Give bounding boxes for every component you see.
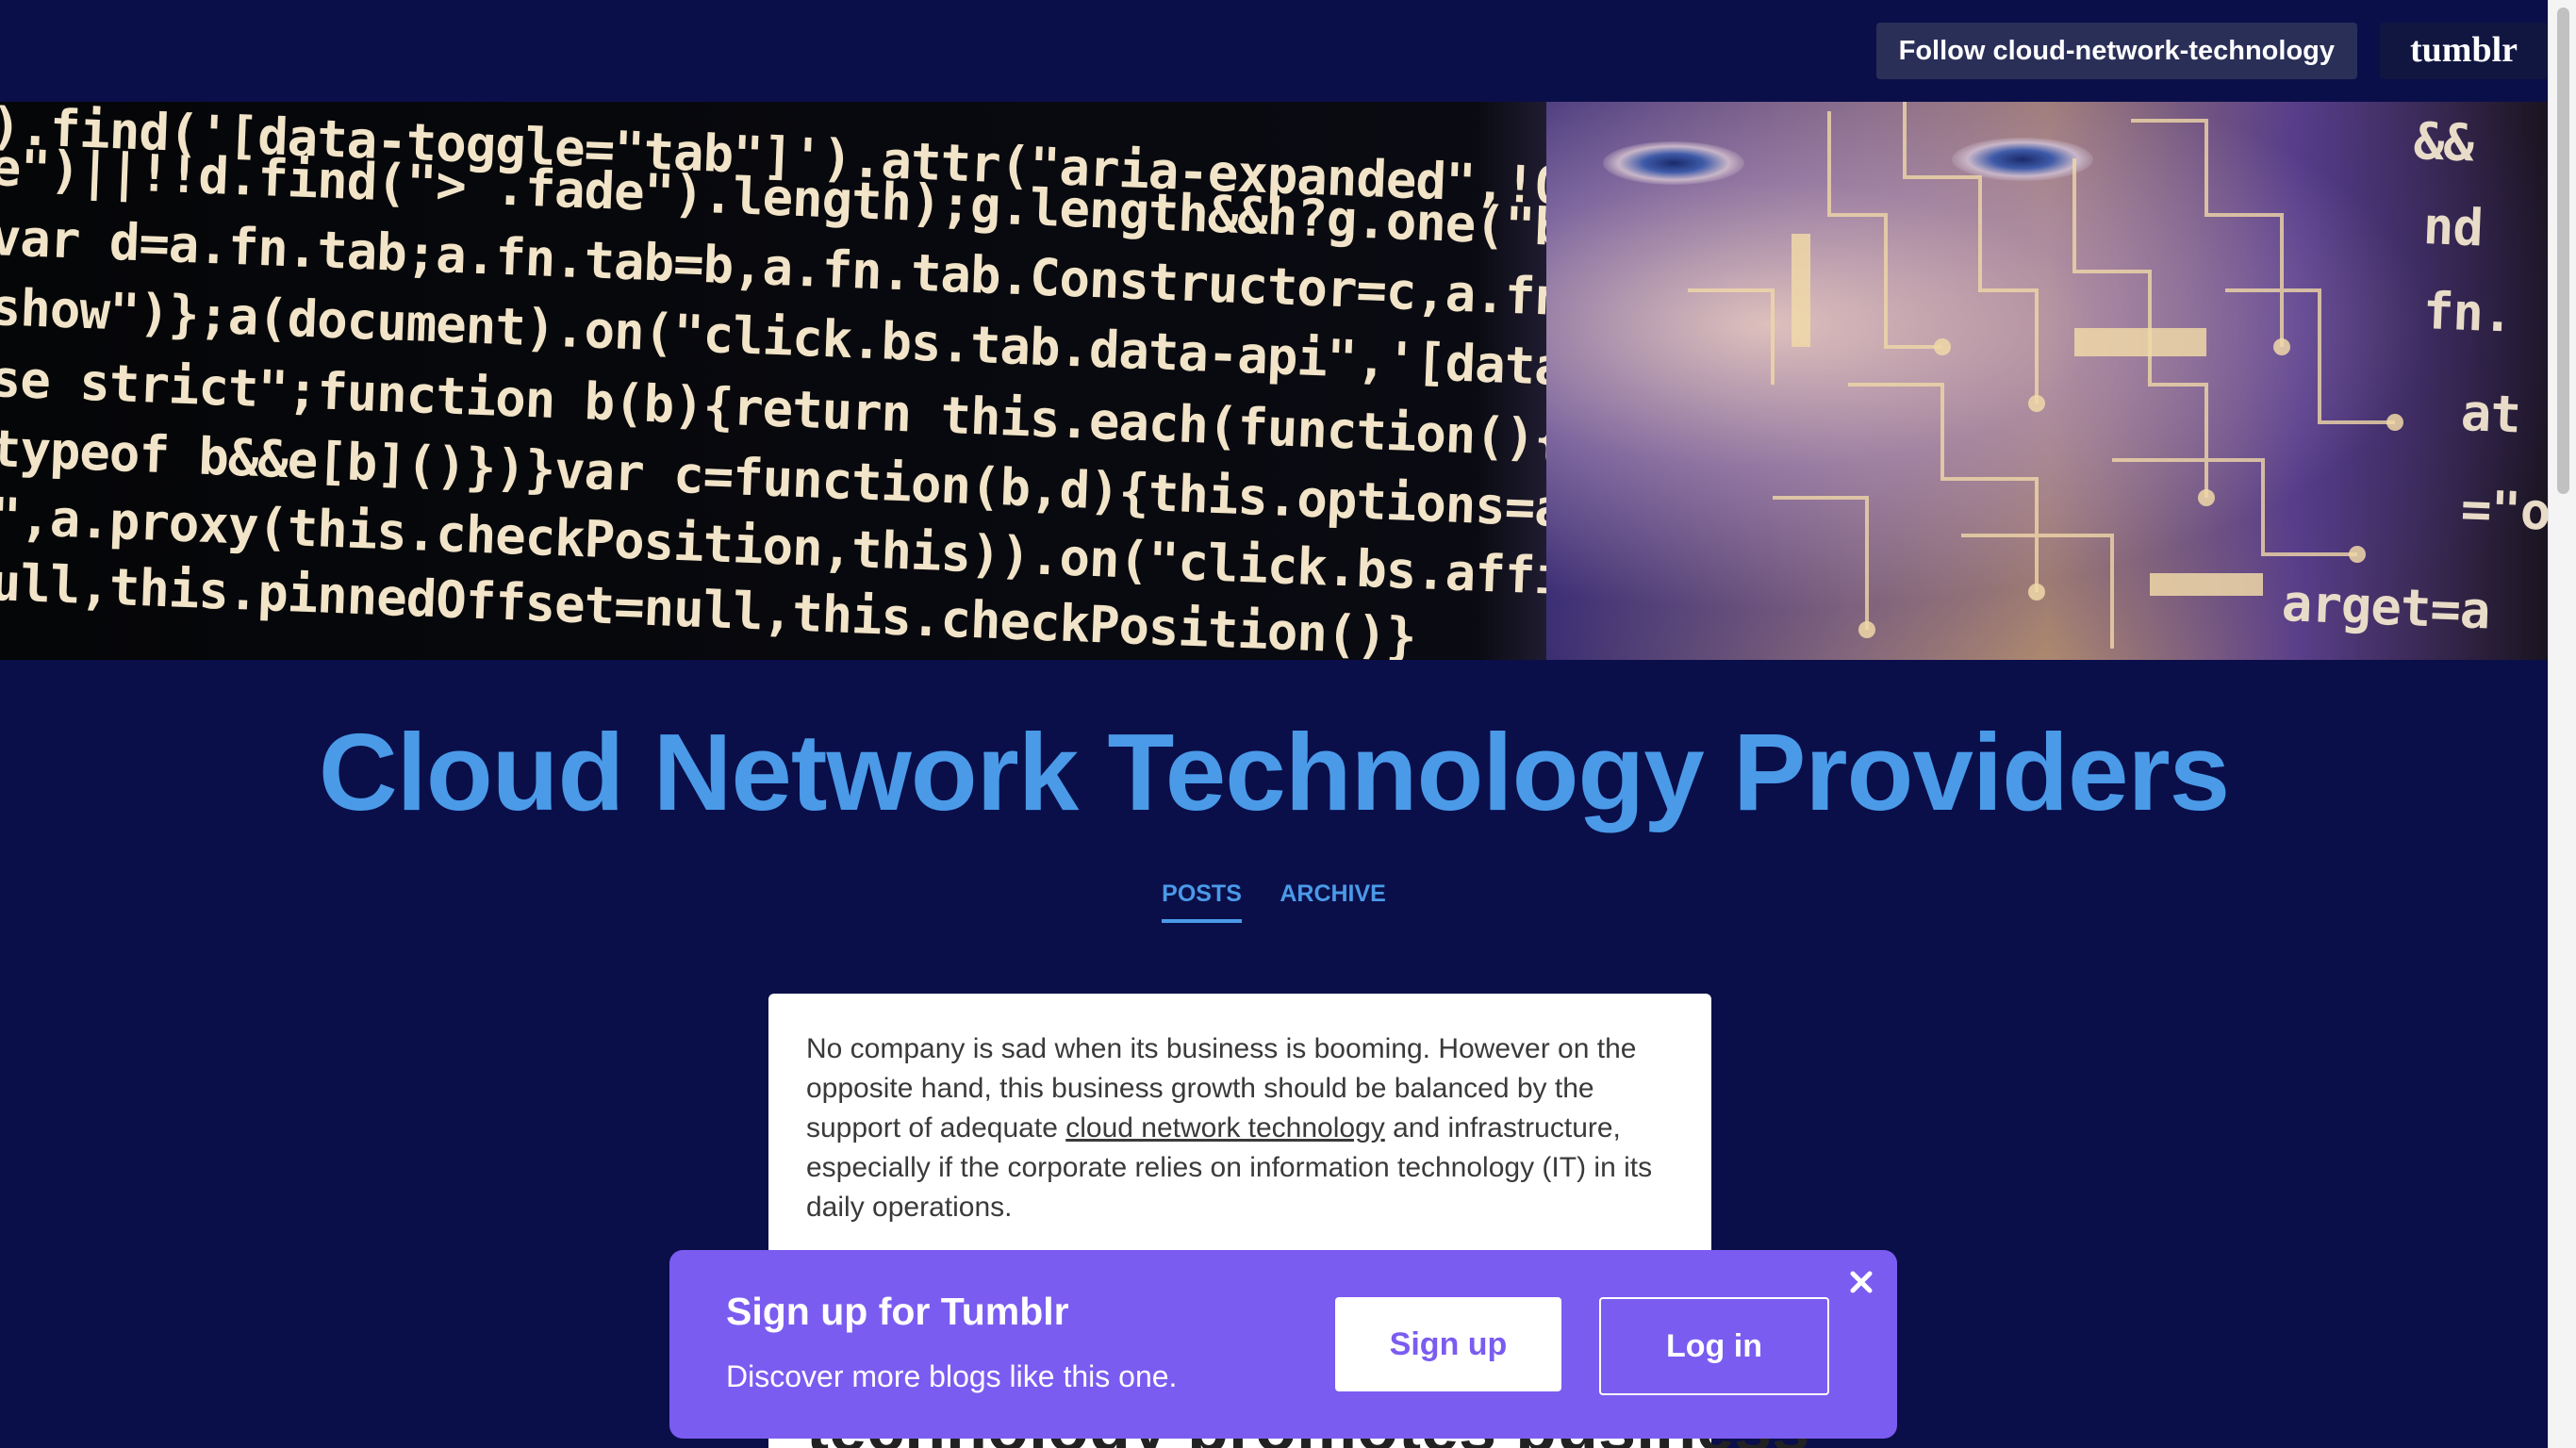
tumblr-logo[interactable]: tumblr — [2380, 23, 2548, 79]
scrollbar[interactable] — [2548, 0, 2576, 1448]
code-background: ).find('[data-toggle="tab"]').attr("aria… — [0, 102, 1565, 660]
top-bar: Follow cloud-network-technology tumblr — [0, 0, 2548, 102]
follow-button[interactable]: Follow cloud-network-technology — [1875, 23, 2357, 79]
blog-title[interactable]: Cloud Network Technology Providers — [0, 709, 2548, 835]
code-line: ="o — [2459, 479, 2548, 542]
signup-subtitle: Discover more blogs like this one. — [726, 1359, 1178, 1393]
code-line: arget=a — [2282, 573, 2491, 641]
nav-archive-link[interactable]: ARCHIVE — [1280, 880, 1386, 919]
header-image: ).find('[data-toggle="tab"]').attr("aria… — [0, 102, 2548, 660]
code-line: fn. — [2421, 281, 2514, 344]
blog-nav: POSTS ARCHIVE — [0, 880, 2548, 923]
scrollbar-thumb[interactable] — [2557, 8, 2569, 494]
signup-title: Sign up for Tumblr — [726, 1290, 1069, 1333]
close-icon[interactable] — [1846, 1267, 1876, 1297]
sign-up-button[interactable]: Sign up — [1335, 1297, 1561, 1391]
nav-posts-link[interactable]: POSTS — [1162, 880, 1242, 923]
signup-banner: Sign up for Tumblr Discover more blogs l… — [669, 1250, 1897, 1439]
code-line: && — [2412, 111, 2475, 173]
code-line: at — [2459, 383, 2522, 445]
cloud-network-technology-link[interactable]: cloud network technology — [1065, 1112, 1385, 1144]
page: Follow cloud-network-technology tumblr )… — [0, 0, 2548, 1448]
log-in-button[interactable]: Log in — [1599, 1297, 1829, 1395]
code-background-right: && nd fn. at ="o arget=a — [2282, 102, 2548, 660]
code-line: nd — [2421, 196, 2485, 258]
post-body: No company is sad when its business is b… — [806, 1029, 1674, 1227]
